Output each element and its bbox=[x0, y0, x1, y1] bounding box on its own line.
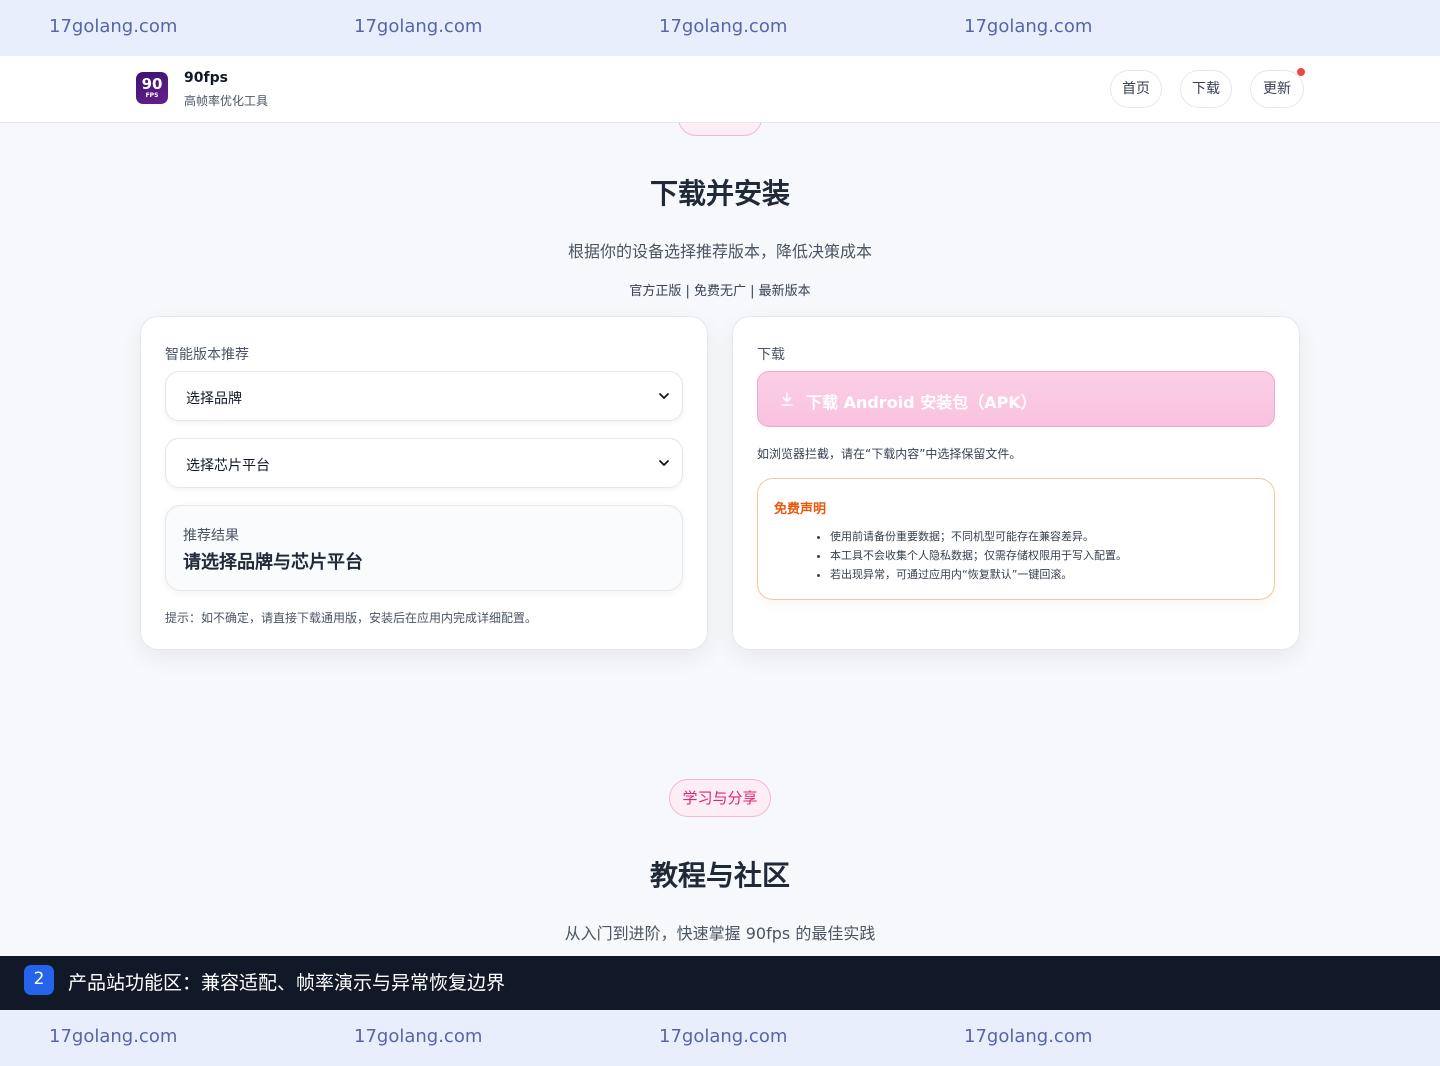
download-icon bbox=[781, 392, 793, 406]
tutorial-section-pill: 学习与分享 bbox=[669, 779, 771, 817]
tutorial-section-subtitle: 从入门到进阶，快速掌握 90fps 的最佳实践 bbox=[564, 924, 876, 943]
download-button-label: 下载 Android 安装包（APK） bbox=[806, 393, 1037, 412]
nav-update-button[interactable]: 更新 bbox=[1250, 70, 1304, 108]
download-section-subtitle: 根据你的设备选择推荐版本，降低决策成本 bbox=[567, 242, 872, 261]
download-card-label: 下载 bbox=[757, 347, 785, 363]
logo-sub: FPS bbox=[145, 92, 159, 99]
disclaimer-item: 若出现异常，可通过应用内“恢复默认”一键回滚。 bbox=[830, 565, 1270, 584]
update-notification-dot bbox=[1297, 68, 1305, 76]
recommend-hint: 提示：如不确定，请直接下载通用版，安装后在应用内完成详细配置。 bbox=[165, 611, 538, 625]
chevron-down-icon bbox=[659, 460, 669, 466]
chevron-down-icon bbox=[659, 393, 669, 399]
brand-name[interactable]: 90fps bbox=[184, 70, 228, 86]
chip-select-value: 选择芯片平台 bbox=[186, 458, 270, 474]
tutorial-section-title: 教程与社区 bbox=[649, 859, 790, 892]
nav-home-button[interactable]: 首页 bbox=[1110, 70, 1162, 108]
result-label: 推荐结果 bbox=[183, 528, 239, 544]
download-card: 下载 下载 Android 安装包（APK） 如浏览器拦截，请在“下载内容”中选… bbox=[732, 316, 1300, 650]
recommend-card: 智能版本推荐 选择品牌 选择芯片平台 推荐结果 请选择品牌与芯片平台 提示：如不… bbox=[140, 316, 708, 650]
disclaimer-list: 使用前请备份重要数据；不同机型可能存在兼容差异。 本工具不会收集个人隐私数据；仅… bbox=[774, 527, 1270, 584]
watermark-text: 17golang.com bbox=[964, 16, 1093, 37]
watermark-text: 17golang.com bbox=[964, 1026, 1093, 1047]
disclaimer-box: 免费声明 使用前请备份重要数据；不同机型可能存在兼容差异。 本工具不会收集个人隐… bbox=[757, 478, 1275, 600]
brand-select[interactable]: 选择品牌 bbox=[165, 371, 683, 421]
recommend-result-box: 推荐结果 请选择品牌与芯片平台 bbox=[165, 505, 683, 591]
watermark-bar-bottom: 17golang.com 17golang.com 17golang.com 1… bbox=[0, 1010, 1440, 1066]
disclaimer-item: 使用前请备份重要数据；不同机型可能存在兼容差异。 bbox=[830, 527, 1270, 546]
watermark-text: 17golang.com bbox=[659, 1026, 788, 1047]
download-tagline: 官方正版 | 免费无广 | 最新版本 bbox=[629, 284, 811, 299]
chip-platform-select[interactable]: 选择芯片平台 bbox=[165, 438, 683, 488]
disclaimer-title: 免费声明 bbox=[774, 502, 827, 517]
result-value: 请选择品牌与芯片平台 bbox=[183, 552, 363, 573]
nav-download-button[interactable]: 下载 bbox=[1180, 70, 1232, 108]
watermark-text: 17golang.com bbox=[49, 16, 178, 37]
logo-number: 90 bbox=[141, 75, 163, 93]
disclaimer-item: 本工具不会收集个人隐私数据；仅需存储权限用于写入配置。 bbox=[830, 546, 1270, 565]
watermark-text: 17golang.com bbox=[659, 16, 788, 37]
caption-bar: 2 产品站功能区：兼容适配、帧率演示与异常恢复边界 bbox=[0, 956, 1440, 1010]
app-logo-icon[interactable]: 90 FPS bbox=[136, 72, 168, 104]
watermark-text: 17golang.com bbox=[49, 1026, 178, 1047]
browser-block-note: 如浏览器拦截，请在“下载内容”中选择保留文件。 bbox=[757, 447, 1022, 461]
site-header: 90 FPS 90fps 高帧率优化工具 首页 下载 更新 bbox=[0, 56, 1440, 123]
recommend-card-label: 智能版本推荐 bbox=[165, 347, 249, 363]
download-apk-button[interactable]: 下载 Android 安装包（APK） bbox=[757, 371, 1275, 427]
caption-text: 产品站功能区：兼容适配、帧率演示与异常恢复边界 bbox=[68, 972, 506, 994]
watermark-text: 17golang.com bbox=[354, 1026, 483, 1047]
caption-number-badge: 2 bbox=[24, 965, 54, 995]
brand-subtitle: 高帧率优化工具 bbox=[184, 94, 269, 108]
brand-select-value: 选择品牌 bbox=[186, 391, 242, 407]
download-section-title: 下载并安装 bbox=[649, 177, 790, 210]
watermark-text: 17golang.com bbox=[354, 16, 483, 37]
watermark-bar-top: 17golang.com 17golang.com 17golang.com 1… bbox=[0, 0, 1440, 56]
